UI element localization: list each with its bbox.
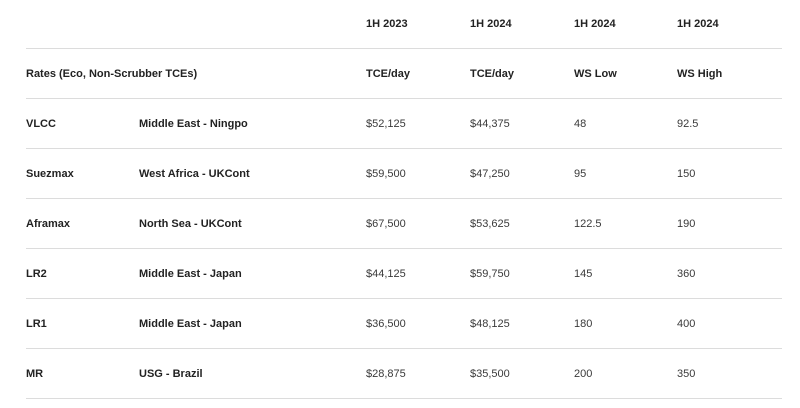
vessel-class: MR [26,367,44,380]
table-row: Suezmax West Africa - UKCont $59,500 $47… [26,149,782,199]
metric-header-row: Rates (Eco, Non-Scrubber TCEs) TCE/day T… [26,49,782,99]
route: West Africa - UKCont [139,167,250,180]
tce-2023: $52,125 [366,117,406,130]
route: USG - Brazil [139,367,203,380]
tce-2024: $35,500 [470,367,510,380]
ws-high: 400 [677,317,696,330]
route: Middle East - Ningpo [139,117,248,130]
vessel-class: Aframax [26,217,71,230]
ws-high: 150 [677,167,696,180]
tce-2023: $28,875 [366,367,406,380]
rates-table: 1H 2023 1H 2024 1H 2024 1H 2024 Rates (E… [26,0,782,399]
ws-high: 350 [677,367,696,380]
ws-low: 200 [574,367,593,380]
ws-low: 48 [574,117,587,130]
table-row: MR USG - Brazil $28,875 $35,500 200 350 [26,349,782,399]
rates-label: Rates (Eco, Non-Scrubber TCEs) [26,67,198,80]
tce-2024: $44,375 [470,117,510,130]
tce-2023: $36,500 [366,317,406,330]
metric-header: WS Low [574,67,617,80]
route: Middle East - Japan [139,317,242,330]
ws-low: 180 [574,317,593,330]
ws-high: 92.5 [677,117,699,130]
vessel-class: LR1 [26,317,47,330]
period-header: 1H 2024 [470,18,512,30]
tce-2023: $67,500 [366,217,406,230]
route: North Sea - UKCont [139,217,242,230]
tce-2024: $53,625 [470,217,510,230]
vessel-class: LR2 [26,267,47,280]
period-header: 1H 2023 [366,18,408,30]
tce-2024: $59,750 [470,267,510,280]
ws-high: 360 [677,267,696,280]
period-header: 1H 2024 [677,18,719,30]
tce-2023: $59,500 [366,167,406,180]
ws-low: 122.5 [574,217,602,230]
ws-low: 145 [574,267,593,280]
tce-2024: $48,125 [470,317,510,330]
tce-2024: $47,250 [470,167,510,180]
vessel-class: VLCC [26,117,56,130]
metric-header: WS High [677,67,723,80]
vessel-class: Suezmax [26,167,74,180]
tce-2023: $44,125 [366,267,406,280]
table-row: Aframax North Sea - UKCont $67,500 $53,6… [26,199,782,249]
table-row: LR1 Middle East - Japan $36,500 $48,125 … [26,299,782,349]
period-header: 1H 2024 [574,18,616,30]
ws-low: 95 [574,167,587,180]
table-row: VLCC Middle East - Ningpo $52,125 $44,37… [26,99,782,149]
table-row: LR2 Middle East - Japan $44,125 $59,750 … [26,249,782,299]
ws-high: 190 [677,217,696,230]
metric-header: TCE/day [470,67,515,80]
metric-header: TCE/day [366,67,411,80]
route: Middle East - Japan [139,267,242,280]
period-header-row: 1H 2023 1H 2024 1H 2024 1H 2024 [26,0,782,49]
